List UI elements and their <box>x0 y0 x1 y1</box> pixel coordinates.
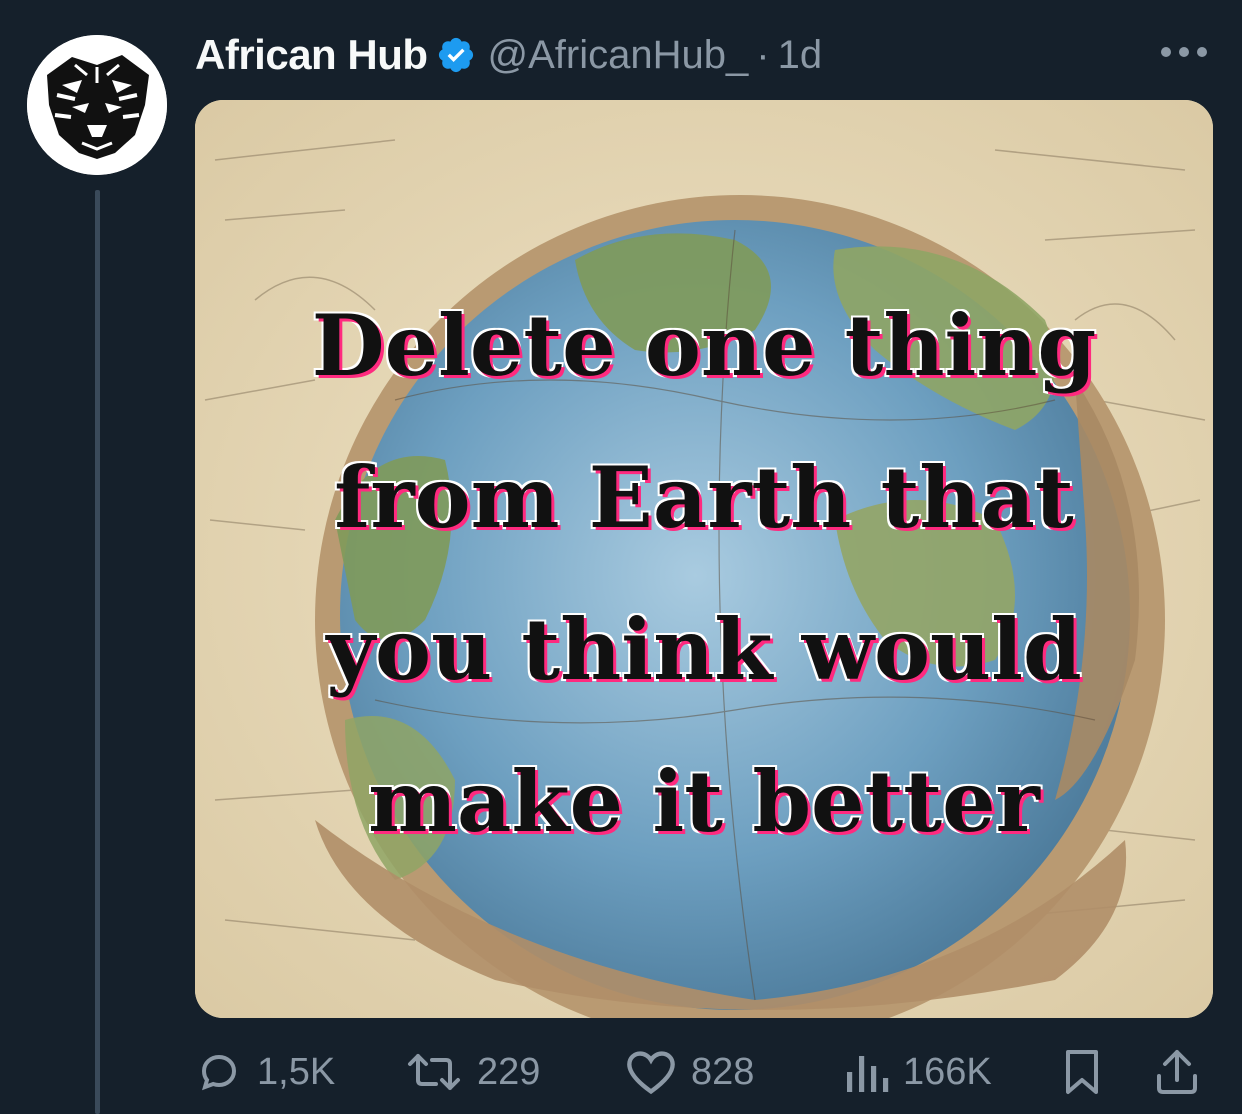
retweet-count: 229 <box>477 1050 541 1093</box>
reply-button[interactable]: 1,5K <box>195 1040 335 1104</box>
views-count: 166K <box>903 1050 992 1093</box>
caption-line: make it better <box>368 752 1040 851</box>
like-count: 828 <box>691 1050 755 1093</box>
share-icon <box>1157 1050 1197 1094</box>
bookmark-icon <box>1066 1050 1098 1094</box>
like-button[interactable]: 828 <box>625 1040 754 1104</box>
views-chart-icon <box>847 1056 889 1092</box>
media-caption: Delete one thing from Earth that you thi… <box>195 270 1213 878</box>
bookmark-button[interactable] <box>1061 1040 1103 1104</box>
retweet-button[interactable]: 229 <box>405 1040 540 1104</box>
more-options-icon[interactable] <box>1158 38 1210 66</box>
reply-icon <box>201 1054 237 1091</box>
caption-line: from Earth that <box>334 448 1074 547</box>
reply-count: 1,5K <box>257 1050 336 1093</box>
separator-dot: · <box>756 32 770 77</box>
tweet-actions: 1,5K 229 828 166K <box>195 1040 1215 1104</box>
caption-line: Delete one thing <box>311 296 1097 395</box>
avatar[interactable] <box>27 35 167 175</box>
share-button[interactable] <box>1155 1040 1199 1104</box>
timestamp[interactable]: 1d <box>778 33 823 78</box>
tweet-header: African Hub @AfricanHub_ · 1d <box>195 30 822 80</box>
tweet-media-image[interactable]: Delete one thing from Earth that you thi… <box>195 100 1213 1018</box>
verified-badge-icon <box>438 37 473 73</box>
caption-line: you think would <box>326 600 1082 699</box>
tiger-avatar-icon <box>27 35 167 175</box>
thread-line <box>95 190 100 1114</box>
retweet-icon <box>408 1054 460 1090</box>
handle[interactable]: @AfricanHub_ <box>488 33 749 78</box>
display-name[interactable]: African Hub <box>195 31 428 79</box>
views-button[interactable]: 166K <box>845 1040 992 1104</box>
tweet[interactable]: African Hub @AfricanHub_ · 1d Delete one… <box>0 0 1242 1114</box>
heart-icon <box>627 1051 675 1095</box>
